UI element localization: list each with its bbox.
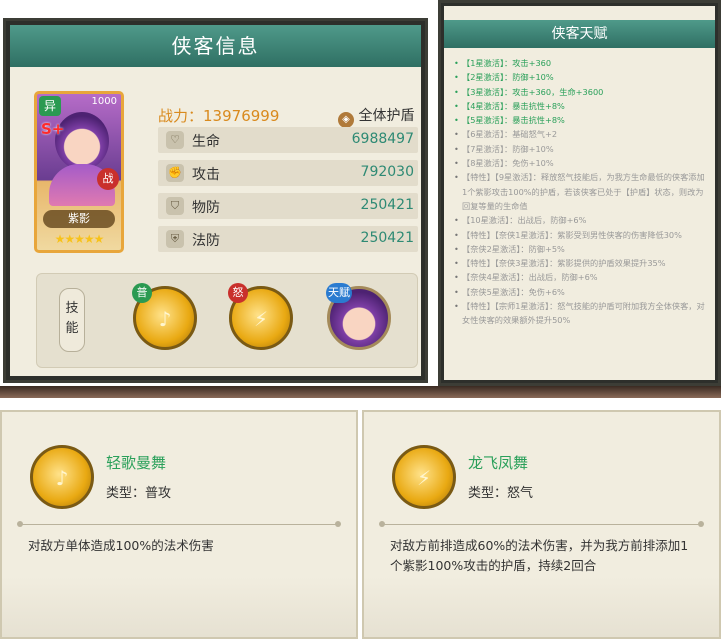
talent-item: 【3星激活】：攻击+360，生命+3600 — [454, 85, 707, 100]
talent-item: 【10星激活】：出战后，防御+6% — [454, 213, 707, 228]
screenshot-seam — [0, 386, 721, 410]
team-shield-indicator[interactable]: ◈ 全体护盾 — [338, 105, 414, 128]
talent-item: 【特性】【宗师1星激活】：怒气技能的护盾可附加我方全体侠客，对女性侠客的效果额外… — [454, 299, 707, 328]
stat-value: 792030 — [360, 164, 414, 180]
talent-title: 侠客天赋 — [444, 20, 715, 48]
talent-item: 【5星激活】：暴击抗性+8% — [454, 113, 707, 128]
talent-item: 【特性】【奈侠3星激活】：紫影提供的护盾效果提升35% — [454, 256, 707, 271]
talent-skill-badge: 天赋 — [326, 283, 352, 303]
rage-skill-badge: 怒 — [228, 283, 248, 303]
stat-value: 250421 — [360, 197, 414, 213]
shield-coin-icon: ◈ — [338, 112, 354, 128]
talent-item: 【6星激活】：基础怒气+2 — [454, 127, 707, 142]
normal-skill-button[interactable]: 普 ♪ — [132, 283, 197, 350]
hero-info-panel: 侠客信息 异 1000 S+ 战 紫影 ★★★★★ 战力：13976999 ◈ … — [3, 18, 428, 383]
talent-item: 【特性】【奈侠1星激活】：紫影受到男性侠客的伤害降低30% — [454, 228, 707, 243]
skills-tab-label: 技能 — [65, 301, 79, 336]
landscape-decoration — [364, 577, 719, 637]
faction-badge: 异 — [39, 96, 61, 116]
card-number: 1000 — [91, 96, 117, 107]
talent-skill-button[interactable]: 天赋 — [326, 283, 391, 350]
rage-skill-button[interactable]: 怒 ⚡ — [228, 283, 293, 350]
power-label: 战力： — [158, 107, 204, 125]
grade-label: S+ — [41, 120, 65, 138]
magic-shield-icon: ⛨ — [166, 230, 184, 248]
talent-item: 【奈侠5星激活】：免伤+6% — [454, 285, 707, 300]
skill-name: 龙飞凤舞 — [468, 454, 529, 472]
slash-icon: ⚡ — [416, 466, 432, 490]
hero-card[interactable]: 异 1000 S+ 战 紫影 ★★★★★ — [34, 91, 124, 253]
divider — [379, 521, 704, 527]
stat-label: 攻击 — [192, 167, 220, 183]
talent-item: 【奈侠2星激活】：防御+5% — [454, 242, 707, 257]
shield-label: 全体护盾 — [358, 108, 415, 124]
talent-item: 【7星激活】：防御+10% — [454, 142, 707, 157]
skill-name: 轻歌曼舞 — [106, 454, 167, 472]
skill-type: 类型：普攻 — [106, 486, 172, 501]
talent-item: 【1星激活】：攻击+360 — [454, 56, 707, 71]
talent-item: 【2星激活】：防御+10% — [454, 70, 707, 85]
talent-list: 【1星激活】：攻击+360【2星激活】：防御+10%【3星激活】：攻击+360，… — [454, 56, 707, 328]
flute-icon: ♪ — [158, 307, 172, 331]
skill-description: 对敌方前排造成60%的法术伤害，并为我方前排添加1个紫影100%攻击的护盾，持续… — [390, 538, 689, 573]
landscape-decoration — [2, 577, 356, 637]
normal-skill-badge: 普 — [132, 283, 152, 303]
stat-label: 法防 — [192, 233, 220, 249]
battle-tag: 战 — [97, 168, 119, 190]
flute-icon: ♪ — [55, 466, 69, 490]
talent-item: 【8星激活】：免伤+10% — [454, 156, 707, 171]
stat-value: 6988497 — [351, 131, 414, 147]
talent-item: 【特性】【9星激活】：释放怒气技能后，为我方生命最低的侠客添加1个紫影攻击100… — [454, 170, 707, 213]
panel-title: 侠客信息 — [10, 25, 421, 67]
skills-box: 技能 普 ♪ 怒 ⚡ 天赋 — [36, 273, 418, 368]
fist-icon: ✊ — [166, 164, 184, 182]
skill-detail-rage: ⚡ 龙飞凤舞 类型：怒气 对敌方前排造成60%的法术伤害，并为我方前排添加1个紫… — [362, 410, 721, 639]
skill-icon: ⚡ — [392, 445, 456, 509]
stat-row-hp: ♡ 生命 6988497 — [158, 127, 418, 153]
heart-icon: ♡ — [166, 131, 184, 149]
shield-icon: ⛉ — [166, 197, 184, 215]
stat-row-physical-defense: ⛉ 物防 250421 — [158, 193, 418, 219]
skills-tab[interactable]: 技能 — [59, 288, 85, 352]
skill-description: 对敌方单体造成100%的法术伤害 — [28, 538, 214, 553]
talent-item: 【4星激活】：暴击抗性+8% — [454, 99, 707, 114]
skill-detail-normal: ♪ 轻歌曼舞 类型：普攻 对敌方单体造成100%的法术伤害 — [0, 410, 358, 639]
divider — [17, 521, 341, 527]
talent-panel: 侠客天赋 【1星激活】：攻击+360【2星激活】：防御+10%【3星激活】：攻击… — [438, 0, 721, 386]
talent-item: 【奈侠4星激活】：出战后，防御+6% — [454, 270, 707, 285]
slash-icon: ⚡ — [253, 307, 269, 331]
stat-label: 生命 — [192, 134, 220, 150]
combat-power: 战力：13976999 — [158, 105, 279, 126]
stat-label: 物防 — [192, 200, 220, 216]
skill-icon: ♪ — [30, 445, 94, 509]
star-rating: ★★★★★ — [54, 232, 105, 246]
stat-row-attack: ✊ 攻击 792030 — [158, 160, 418, 186]
hero-name: 紫影 — [43, 210, 115, 228]
power-value: 13976999 — [203, 107, 280, 125]
stat-row-magic-defense: ⛨ 法防 250421 — [158, 226, 418, 252]
skill-type: 类型：怒气 — [468, 486, 534, 501]
stat-value: 250421 — [360, 230, 414, 246]
